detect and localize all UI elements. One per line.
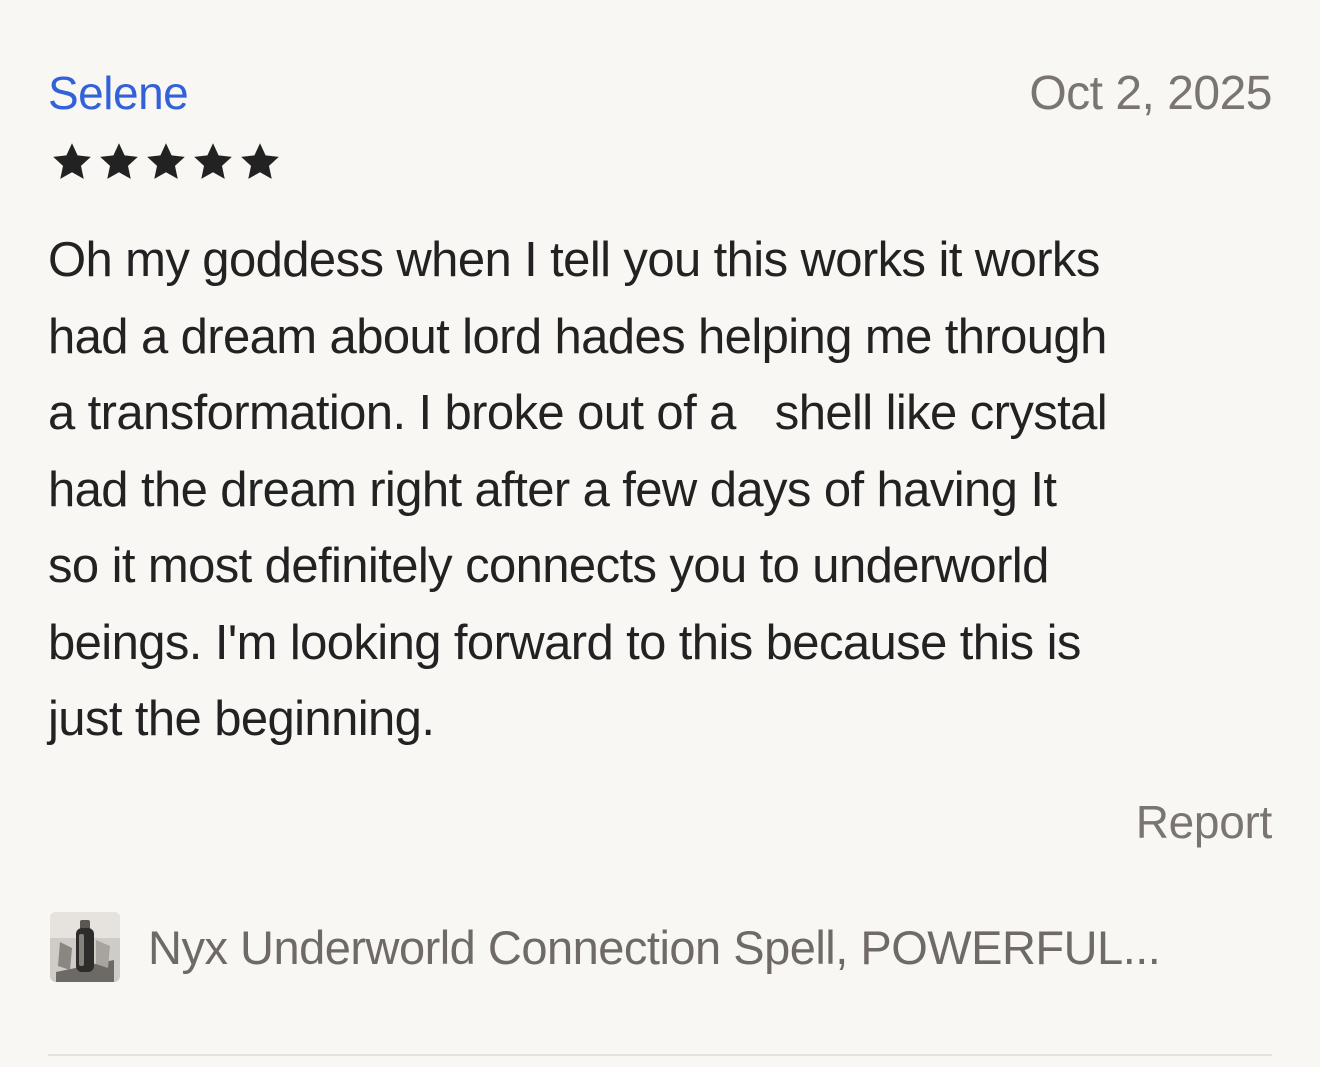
review-card: Selene Oct 2, 2025 Oh my goddess when I … xyxy=(48,0,1272,1067)
review-text-line: had a dream about lord hades helping me … xyxy=(48,309,1107,364)
review-text-line: a transformation. I broke out of a shell… xyxy=(48,386,1108,440)
listing-thumbnail[interactable] xyxy=(50,912,120,982)
review-date: Oct 2, 2025 xyxy=(1029,67,1272,120)
review-header: Selene Oct 2, 2025 xyxy=(48,66,1272,126)
bottle-image-icon xyxy=(50,912,120,982)
review-text: Oh my goddess when I tell you this works… xyxy=(48,222,1278,758)
review-text-line: so it most definitely connects you to un… xyxy=(48,539,1049,593)
listing-title[interactable]: Nyx Underworld Connection Spell, POWERFU… xyxy=(148,920,1161,975)
listing-link[interactable]: Nyx Underworld Connection Spell, POWERFU… xyxy=(48,910,1272,984)
star-icon xyxy=(53,143,91,179)
report-button[interactable]: Report xyxy=(1136,795,1273,849)
divider xyxy=(48,1054,1272,1056)
star-icon xyxy=(147,143,185,179)
star-icon xyxy=(100,143,138,179)
review-text-line: had the dream right after a few days of … xyxy=(48,462,1057,517)
review-text-line: beings. I'm looking forward to this beca… xyxy=(48,615,1081,670)
star-rating xyxy=(50,140,282,184)
reviewer-name-link[interactable]: Selene xyxy=(48,66,189,120)
review-text-line: Oh my goddess when I tell you this works… xyxy=(48,233,1100,287)
star-icon xyxy=(241,143,279,179)
star-icon xyxy=(194,143,232,179)
review-text-line: just the beginning. xyxy=(48,692,435,746)
